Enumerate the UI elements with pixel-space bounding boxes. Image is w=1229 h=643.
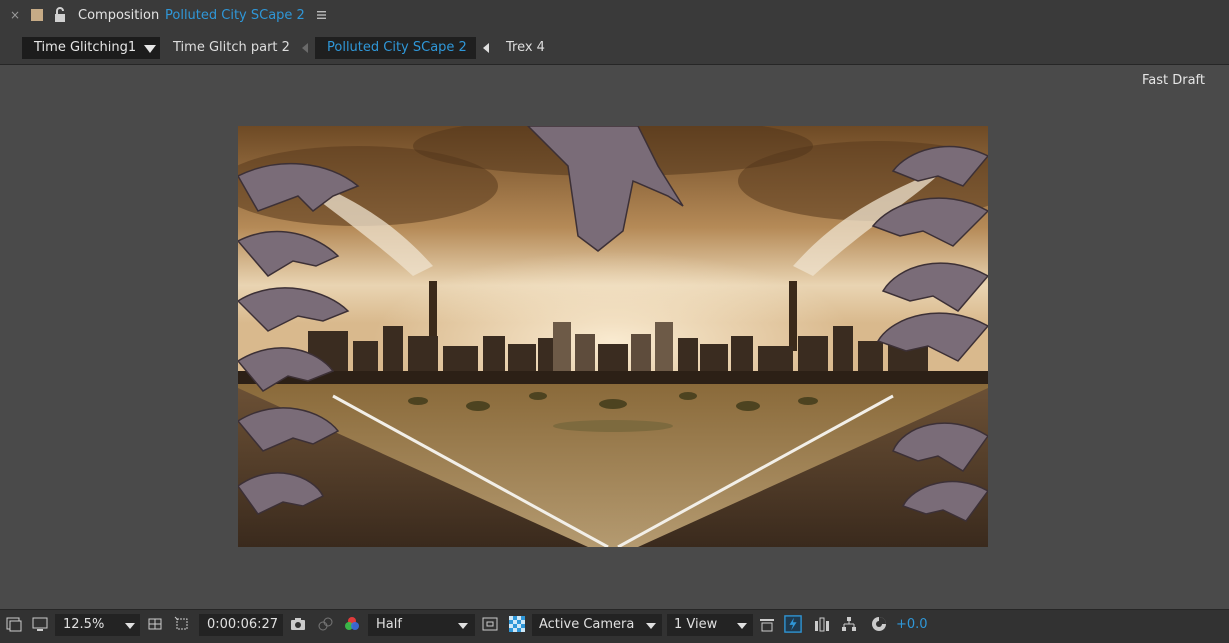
panel-comp-name: Polluted City SCape 2 [165,8,305,23]
color-channel-icon[interactable] [343,615,361,633]
panel-title-label: Composition [78,8,160,23]
camera-view-value: Active Camera [539,617,635,632]
camera-view-dropdown[interactable]: Active Camera [532,614,662,636]
monitor-icon[interactable] [31,615,49,633]
region-of-interest-icon[interactable] [481,615,499,633]
tab-label: Time Glitch part 2 [173,40,290,55]
close-icon[interactable]: × [10,8,20,22]
viewer-toolbar: 12.5% 0:00:06:27 Half Active Camera 1 Vi… [0,609,1229,643]
renderer-status-label: Fast Draft [1141,73,1205,88]
always-preview-icon[interactable] [5,615,23,633]
pixel-aspect-icon[interactable] [758,615,776,633]
composition-tab-strip: Time Glitching1 Time Glitch part 2 Pollu… [0,33,1229,65]
tab-label: Polluted City SCape 2 [327,40,467,55]
composition-frame[interactable] [238,126,988,547]
arrow-left-icon [483,43,489,53]
chevron-down-icon [125,623,135,629]
chevron-down-icon [646,623,656,629]
toggle-mask-icon[interactable] [173,615,191,633]
composition-panel: × Composition Polluted City SCape 2 Time… [0,0,1229,643]
tab-trex-4[interactable]: Trex 4 [506,37,545,59]
chevron-down-icon [737,623,747,629]
camera-icon[interactable] [289,615,307,633]
resolution-dropdown[interactable]: Half [368,614,475,636]
chevron-down-icon[interactable] [144,45,156,53]
panel-header: × Composition Polluted City SCape 2 [0,0,1229,33]
resolution-grid-icon[interactable] [146,615,164,633]
tab-time-glitching1[interactable]: Time Glitching1 [22,37,160,59]
color-swatch-icon[interactable] [31,9,43,21]
magnification-dropdown[interactable]: 12.5% [55,614,140,636]
timecode-field[interactable]: 0:00:06:27 [199,614,283,636]
chevron-down-icon [458,623,468,629]
resolution-value: Half [376,617,402,632]
view-layout-value: 1 View [674,617,718,632]
timecode-value: 0:00:06:27 [207,617,279,632]
lock-icon[interactable] [53,7,67,23]
arrow-left-icon [302,43,308,53]
tab-label: Time Glitching1 [34,40,137,55]
show-snapshot-icon[interactable] [316,615,334,633]
tab-label: Trex 4 [506,40,545,55]
reset-exposure-icon[interactable] [870,615,888,633]
composition-viewer[interactable]: Fast Draft [0,65,1229,609]
tab-polluted-city-scape-2[interactable]: Polluted City SCape 2 [315,37,476,59]
view-layout-dropdown[interactable]: 1 View [667,614,753,636]
transparency-grid-icon[interactable] [508,615,526,633]
exposure-value[interactable]: +0.0 [896,614,928,636]
fast-previews-icon[interactable] [784,615,802,633]
panel-menu-icon[interactable] [316,9,327,19]
flowchart-icon[interactable] [840,615,858,633]
timeline-icon[interactable] [813,615,831,633]
magnification-value: 12.5% [63,617,105,632]
tab-time-glitch-part-2[interactable]: Time Glitch part 2 [173,37,290,59]
